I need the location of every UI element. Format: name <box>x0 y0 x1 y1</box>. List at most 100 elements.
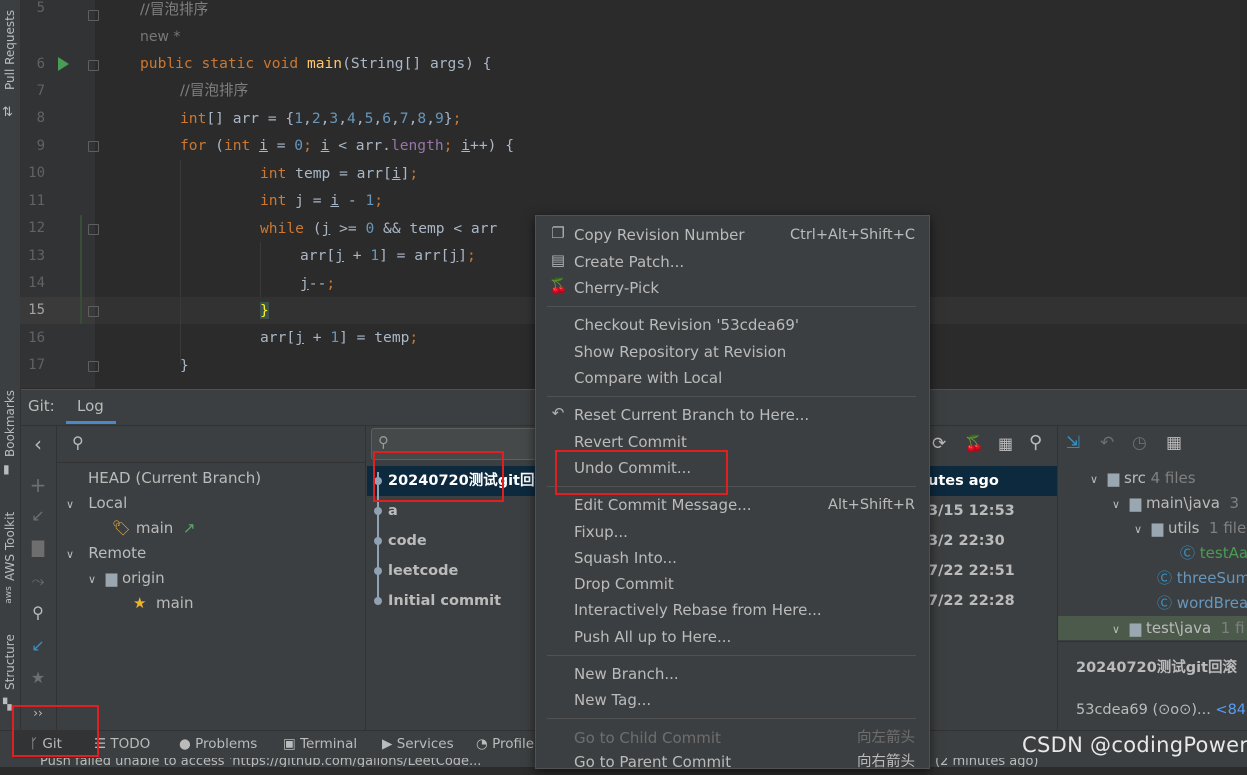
commit-date: 3/15 12:53 <box>928 503 1015 519</box>
menu-go-to-child[interactable]: Go to Child Commit <box>574 725 721 751</box>
fold-marker[interactable] <box>88 141 99 152</box>
line-number: 5 <box>36 0 45 16</box>
menu-edit-message[interactable]: Edit Commit Message... <box>574 492 752 518</box>
menu-separator <box>547 396 916 397</box>
shortcut-edit-message: Alt+Shift+R <box>828 497 915 513</box>
chevron-down-icon: ∨ <box>66 548 75 561</box>
profiler-tool-button[interactable]: ◔ Profile <box>476 730 534 758</box>
folder-icon: ▆ <box>1151 519 1164 537</box>
menu-copy-revision[interactable]: Copy Revision Number <box>574 222 745 248</box>
menu-interactive-rebase[interactable]: Interactively Rebase from Here... <box>574 597 822 623</box>
status-message[interactable]: Push failed unable to access 'https://gi… <box>40 758 481 767</box>
shortcut-go-to-parent: 向右箭头 <box>857 754 915 770</box>
fold-marker[interactable] <box>88 306 99 317</box>
expand-all-icon[interactable]: ⇲ <box>1066 433 1080 453</box>
services-tool-button[interactable]: ▶ Services <box>382 730 454 758</box>
menu-compare-local[interactable]: Compare with Local <box>574 365 722 391</box>
update-icon[interactable]: ↙ <box>28 636 48 655</box>
details-src-node[interactable]: ∨ ▆ src 4 files <box>1090 466 1196 491</box>
code-line-16[interactable]: arr[j + 1] = temp; <box>260 324 418 351</box>
details-test-java-node[interactable]: ∨ ▆ test\java 1 fi <box>1112 616 1245 641</box>
menu-reset-branch[interactable]: Reset Current Branch to Here... <box>574 402 809 428</box>
folder-icon: ▆ <box>105 569 118 587</box>
add-icon[interactable]: + <box>28 473 48 497</box>
details-file-wordBreak[interactable]: Ⓒ wordBrea <box>1157 591 1247 616</box>
copy-icon: ❐ <box>551 224 565 242</box>
details-file-threeSum[interactable]: Ⓒ threeSum <box>1157 566 1247 591</box>
merge-icon[interactable]: ⤳ <box>28 571 48 591</box>
rollback-icon[interactable]: ↶ <box>1100 433 1114 453</box>
local-node[interactable]: ∨ Local <box>66 491 127 516</box>
problems-tool-button[interactable]: ● Problems <box>179 730 257 758</box>
remote-node[interactable]: ∨ Remote <box>66 541 146 566</box>
code-line-14[interactable]: j--; <box>300 270 335 297</box>
pull-request-icon[interactable]: ⇅ <box>2 105 13 120</box>
details-utils-node[interactable]: ∨ ▆ utils 1 file <box>1134 516 1246 541</box>
code-vision-hint[interactable]: new * <box>140 23 180 50</box>
menu-drop-commit[interactable]: Drop Commit <box>574 571 674 597</box>
code-line-9[interactable]: for (int i = 0; i < arr.length; i++) { <box>180 132 514 159</box>
code-line-5[interactable]: //冒泡排序 <box>140 0 208 23</box>
menu-new-branch[interactable]: New Branch... <box>574 661 679 687</box>
code-line-11[interactable]: int j = i - 1; <box>260 187 383 214</box>
details-main-java-node[interactable]: ∨ ▆ main\java 3 <box>1112 491 1239 516</box>
line-number: 14 <box>28 275 45 291</box>
favorite-icon[interactable]: ★ <box>28 668 48 687</box>
refresh-icon[interactable]: ⟳ <box>932 434 946 454</box>
line-number: 7 <box>36 83 45 99</box>
terminal-tool-button[interactable]: ▣ Terminal <box>283 730 357 758</box>
grid-options-icon[interactable]: ▦ <box>998 434 1013 453</box>
run-main-icon[interactable] <box>58 57 69 71</box>
menu-create-patch[interactable]: Create Patch... <box>574 249 684 275</box>
group-by-icon[interactable]: ▦ <box>1166 433 1182 453</box>
checkout-icon[interactable]: ↙ <box>28 506 48 525</box>
menu-new-tag[interactable]: New Tag... <box>574 687 651 713</box>
code-line-12[interactable]: while (j >= 0 && temp < arr <box>260 215 497 242</box>
menu-go-to-parent[interactable]: Go to Parent Commit <box>574 749 731 775</box>
origin-node[interactable]: ∨ ▆ origin <box>88 566 165 591</box>
head-branch-node[interactable]: HEAD (Current Branch) <box>88 466 261 491</box>
fold-marker[interactable] <box>88 361 99 372</box>
line-number: 13 <box>28 248 45 264</box>
code-line-13[interactable]: arr[j + 1] = arr[j]; <box>300 242 476 269</box>
structure-tab[interactable]: Structure <box>0 630 20 695</box>
line-number: 15 <box>28 302 45 318</box>
line-number: 16 <box>28 330 45 346</box>
info-icon: ● <box>179 736 191 752</box>
bookmarks-tab[interactable]: Bookmarks <box>0 388 20 458</box>
todo-tool-button[interactable]: ☰ TODO <box>94 730 150 758</box>
indent-guide <box>260 242 261 297</box>
collapse-left-icon[interactable]: ‹ <box>28 432 48 456</box>
search-icon[interactable]: ⚲ <box>28 603 48 622</box>
origin-main-branch[interactable]: ★ main <box>133 591 193 616</box>
search-log-icon[interactable]: ⚲ <box>1029 432 1042 453</box>
code-line-6[interactable]: public static void main(String[] args) { <box>140 50 491 77</box>
menu-cherry-pick[interactable]: Cherry-Pick <box>574 275 659 301</box>
code-line-7[interactable]: //冒泡排序 <box>180 77 248 104</box>
fold-marker[interactable] <box>88 60 99 71</box>
aws-toolkit-tab[interactable]: AWS Toolkit <box>0 505 20 587</box>
menu-push-up-to-here[interactable]: Push All up to Here... <box>574 624 731 650</box>
history-icon[interactable]: ◷ <box>1132 433 1147 453</box>
menu-fixup[interactable]: Fixup... <box>574 519 628 545</box>
delete-icon[interactable]: ▇ <box>28 538 48 557</box>
code-line-17[interactable]: } <box>180 352 189 379</box>
code-line-8[interactable]: int[] arr = {1,2,3,4,5,6,7,8,9}; <box>180 105 461 132</box>
menu-show-repository[interactable]: Show Repository at Revision <box>574 339 786 365</box>
fold-marker[interactable] <box>88 224 99 235</box>
code-line-10[interactable]: int temp = arr[i]; <box>260 160 418 187</box>
local-main-branch[interactable]: 🏷 main ↗ <box>112 516 195 541</box>
menu-squash[interactable]: Squash Into... <box>574 545 677 571</box>
folder-icon: ▆ <box>1129 494 1142 512</box>
menu-checkout-revision[interactable]: Checkout Revision '53cdea69' <box>574 312 799 338</box>
author-link[interactable]: <84 <box>1215 702 1246 718</box>
branch-search-icon[interactable]: ⚲ <box>72 433 84 452</box>
pull-requests-tab[interactable]: Pull Requests <box>0 0 20 100</box>
patch-icon: ▤ <box>550 251 566 269</box>
cherry-pick-icon[interactable]: 🍒 <box>964 434 984 453</box>
commit-message-title: 20240720测试git回滚 <box>1076 660 1237 676</box>
fold-marker[interactable] <box>88 10 99 21</box>
details-file-testAa[interactable]: Ⓒ testAa <box>1180 541 1247 566</box>
code-line-15[interactable]: } <box>260 297 269 324</box>
tab-log[interactable]: Log <box>66 389 116 424</box>
